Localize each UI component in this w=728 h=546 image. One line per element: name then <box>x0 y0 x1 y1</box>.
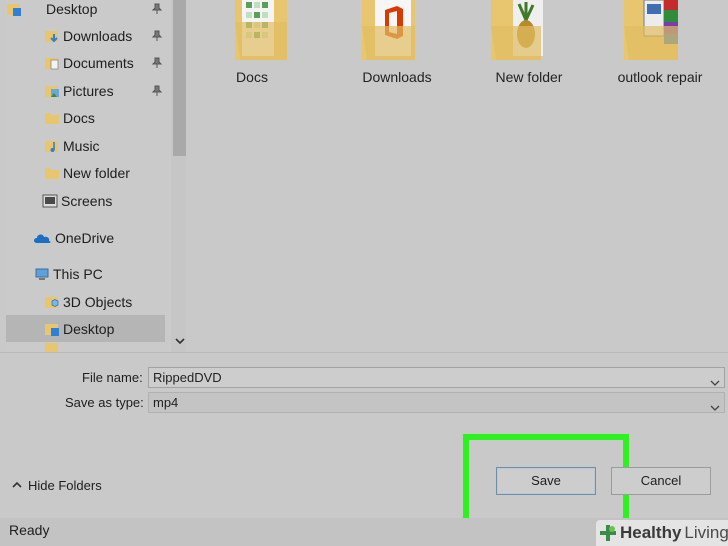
file-name-value: RippedDVD <box>153 370 222 385</box>
nav-item-label: Music <box>63 137 100 154</box>
nav-item-label: OneDrive <box>55 229 115 246</box>
save-type-select[interactable]: mp4 <box>148 392 725 413</box>
folder-label: Docs <box>236 69 268 85</box>
nav-item-this-pc[interactable]: This PC <box>6 260 165 287</box>
pin-icon[interactable] <box>151 56 163 68</box>
status-text: Ready <box>9 522 50 538</box>
hide-folders-label: Hide Folders <box>28 477 102 493</box>
music-folder-icon <box>44 138 60 154</box>
navigation-pane: Desktop Downloads Documents Pictures Doc… <box>6 0 189 352</box>
chevron-down-icon[interactable] <box>710 398 720 411</box>
nav-item-label: Screens <box>61 192 113 209</box>
scrollbar-thumb[interactable] <box>173 0 187 156</box>
pin-icon[interactable] <box>151 84 163 96</box>
nav-item-new-folder[interactable]: New folder <box>6 159 165 186</box>
pictures-folder-icon <box>44 83 60 99</box>
file-list-area[interactable]: Docs Downloads New folder outlook repair <box>186 0 728 352</box>
healthy-living-watermark: Healthy Living <box>596 520 728 546</box>
nav-item-label: Desktop <box>46 0 98 17</box>
nav-item-pictures[interactable]: Pictures <box>6 77 165 104</box>
folder-label: outlook repair <box>617 69 703 85</box>
nav-item-desktop[interactable]: Desktop <box>6 315 165 342</box>
file-name-field[interactable]: RippedDVD <box>148 367 725 388</box>
folder-tile-new-folder[interactable]: New folder <box>469 0 589 100</box>
save-button-highlight <box>463 434 629 524</box>
nav-item-label: 3D Objects <box>63 293 133 310</box>
nav-item-desktop-pinned[interactable]: Desktop <box>6 0 165 22</box>
save-type-label: Save as type: <box>65 395 144 410</box>
installer-folder-icon <box>600 0 720 66</box>
nav-item-downloads[interactable]: Downloads <box>6 22 165 49</box>
chevron-down-icon[interactable] <box>174 334 186 346</box>
nav-item-docs[interactable]: Docs <box>6 104 165 131</box>
file-name-label: File name: <box>82 370 143 385</box>
folder-icon <box>44 343 60 352</box>
nav-item-label: This PC <box>53 265 103 282</box>
pin-icon[interactable] <box>151 2 163 14</box>
folder-tile-docs[interactable]: Docs <box>192 0 312 100</box>
desktop-folder-icon <box>44 321 60 337</box>
nav-item-label: New folder <box>63 164 130 181</box>
folder-tile-downloads[interactable]: Downloads <box>337 0 457 100</box>
hide-folders-toggle[interactable]: Hide Folders <box>10 476 102 494</box>
office-document-folder-icon <box>337 0 457 66</box>
chevron-down-icon[interactable] <box>710 373 720 386</box>
downloads-folder-icon <box>44 28 60 44</box>
leaf-cross-icon <box>598 523 618 543</box>
desktop-folder-icon <box>6 1 22 17</box>
photo-folder-icon <box>469 0 589 66</box>
nav-item-documents[interactable]: Documents <box>6 49 165 76</box>
spreadsheet-folder-icon <box>192 0 312 66</box>
nav-item-onedrive[interactable]: OneDrive <box>6 224 165 251</box>
onedrive-cloud-icon <box>33 230 52 246</box>
folder-tile-outlook-repair[interactable]: outlook repair <box>600 0 720 100</box>
nav-item-label: Documents <box>63 54 134 71</box>
nav-item-label: Downloads <box>63 27 133 44</box>
nav-item-label: Desktop <box>63 320 115 337</box>
nav-item-label: Docs <box>63 109 95 126</box>
this-pc-icon <box>34 266 50 282</box>
chevron-up-icon <box>10 478 24 492</box>
nav-item-partial <box>6 343 165 352</box>
watermark-text-healthy: Healthy <box>620 523 682 542</box>
nav-item-screens[interactable]: Screens <box>6 187 165 214</box>
watermark-text-living: Living <box>684 523 728 542</box>
cancel-button[interactable]: Cancel <box>611 467 711 495</box>
nav-item-3d-objects[interactable]: 3D Objects <box>6 288 165 315</box>
screens-folder-icon <box>42 193 58 209</box>
folder-label: New folder <box>495 69 563 85</box>
3d-objects-folder-icon <box>44 294 60 310</box>
documents-folder-icon <box>44 55 60 71</box>
pin-icon[interactable] <box>151 29 163 41</box>
folder-label: Downloads <box>362 69 432 85</box>
folder-icon <box>44 165 60 181</box>
save-type-value: mp4 <box>153 395 179 410</box>
folder-icon <box>44 110 60 126</box>
divider <box>0 352 728 353</box>
nav-item-music[interactable]: Music <box>6 132 165 159</box>
nav-item-label: Pictures <box>63 82 114 99</box>
